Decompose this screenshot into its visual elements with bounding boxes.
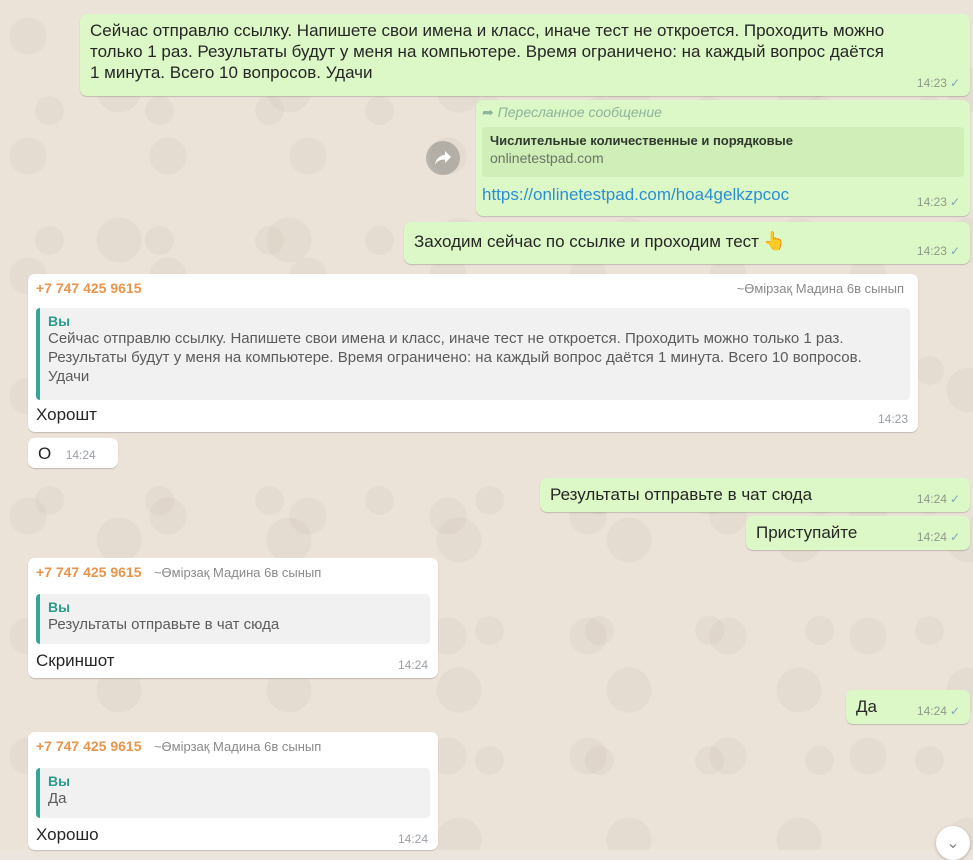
read-check-icon: ✓ (949, 530, 960, 544)
message-text: Хорошо (36, 825, 99, 844)
link-preview-title: Числительные количественные и порядковые (490, 133, 793, 148)
pointing-up-emoji: 👆 (763, 231, 786, 251)
message-time: 14:24 ✓ (916, 530, 960, 544)
message-time: 14:24 (397, 832, 428, 846)
quote-text: Результаты отправьте в чат сюда (48, 616, 280, 633)
sender-pushname: ~Өмірзақ Мадина 6в сынып (736, 281, 904, 296)
message-text: Хорошт (36, 405, 97, 424)
outgoing-message[interactable]: Сейчас отправлю ссылку. Напишете свои им… (80, 14, 970, 96)
message-time: 14:24 (397, 658, 428, 672)
quote-text: Да (48, 790, 67, 807)
read-check-icon: ✓ (949, 244, 960, 258)
sender-phone[interactable]: +7 747 425 9615 (36, 564, 142, 580)
incoming-reply-message[interactable]: +7 747 425 9615 ~Өмірзақ Мадина 6в сынып… (28, 274, 918, 432)
message-time: 14:24 (65, 448, 96, 462)
read-check-icon: ✓ (949, 195, 960, 209)
incoming-message[interactable]: О 14:24 (28, 438, 118, 468)
forwarded-arrow-icon: ➦ (482, 104, 494, 120)
outgoing-message[interactable]: Результаты отправьте в чат сюда 14:24 ✓ (540, 478, 970, 512)
quoted-message[interactable]: Вы Да (36, 768, 430, 818)
read-check-icon: ✓ (949, 492, 960, 506)
quote-author: Вы (48, 599, 71, 615)
sender-phone[interactable]: +7 747 425 9615 (36, 738, 142, 754)
outgoing-message[interactable]: Да 14:24 ✓ (846, 690, 970, 724)
message-time: 14:23 ✓ (916, 76, 960, 90)
message-text: Сейчас отправлю ссылку. Напишете свои им… (90, 21, 885, 82)
quote-author: Вы (48, 313, 71, 329)
message-text: Приступайте (756, 523, 858, 542)
sender-pushname: ~Өмірзақ Мадина 6в сынып (153, 739, 322, 754)
message-text: О (38, 444, 52, 463)
quote-text: Сейчас отправлю ссылку. Напишете свои им… (48, 330, 862, 385)
quoted-message[interactable]: Вы Результаты отправьте в чат сюда (36, 594, 430, 644)
outgoing-message[interactable]: Заходим сейчас по ссылке и проходим тест… (404, 222, 970, 264)
incoming-reply-message[interactable]: +7 747 425 9615 ~Өмірзақ Мадина 6в сынып… (28, 558, 438, 678)
link-preview[interactable]: Числительные количественные и порядковые… (482, 127, 964, 177)
message-time: 14:23 ✓ (916, 195, 960, 209)
message-time: 14:23 ✓ (916, 244, 960, 258)
read-check-icon: ✓ (949, 704, 960, 718)
sender-phone[interactable]: +7 747 425 9615 (36, 280, 142, 296)
message-text: Да (856, 697, 877, 716)
read-check-icon: ✓ (949, 76, 960, 90)
message-text: Заходим сейчас по ссылке и проходим тест (414, 232, 759, 251)
message-text: Скриншот (36, 651, 115, 670)
quoted-message[interactable]: Вы Сейчас отправлю ссылку. Напишете свои… (36, 308, 910, 400)
message-link[interactable]: https://onlinetestpad.com/hoa4gelkzpcoc (482, 185, 789, 204)
sender-pushname: ~Өмірзақ Мадина 6в сынып (153, 565, 322, 580)
quote-author: Вы (48, 773, 71, 789)
chevron-down-icon: ⌄ (946, 835, 960, 852)
incoming-reply-message[interactable]: +7 747 425 9615 ~Өмірзақ Мадина 6в сынып… (28, 732, 438, 850)
outgoing-message[interactable]: Приступайте 14:24 ✓ (746, 516, 970, 550)
share-arrow-icon (435, 151, 451, 165)
forward-share-button[interactable] (426, 141, 460, 175)
message-time: 14:23 (877, 412, 908, 426)
message-time: 14:24 ✓ (916, 704, 960, 718)
forwarded-label: ➦ Пересланное сообщение (482, 104, 662, 120)
scroll-down-button[interactable]: ⌄ (936, 826, 970, 860)
forwarded-link-message[interactable]: ➦ Пересланное сообщение Числительные кол… (476, 100, 970, 216)
link-preview-domain: onlinetestpad.com (490, 150, 604, 166)
message-time: 14:24 ✓ (916, 492, 960, 506)
message-text: Результаты отправьте в чат сюда (550, 485, 813, 504)
